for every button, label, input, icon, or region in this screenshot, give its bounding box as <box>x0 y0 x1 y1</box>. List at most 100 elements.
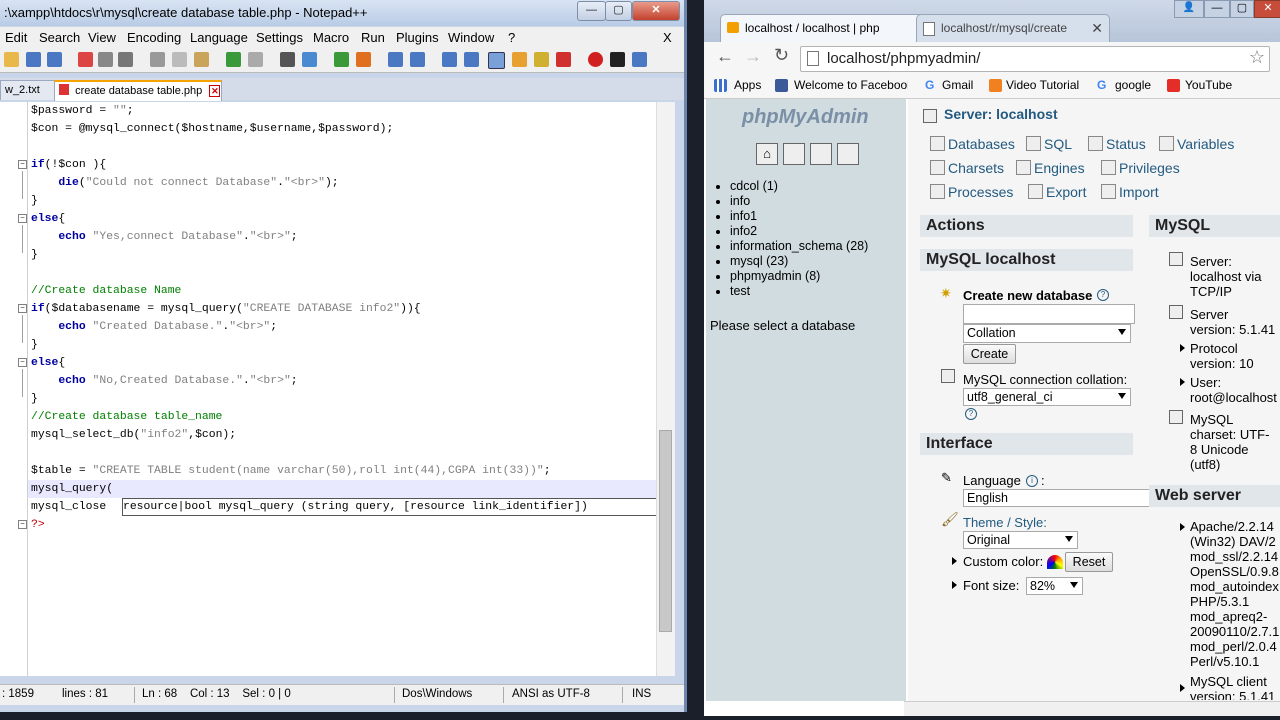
close-all-icon[interactable] <box>98 52 113 67</box>
bookmark-gmail[interactable]: Gmail <box>942 78 973 92</box>
color-picker-icon[interactable] <box>1047 555 1063 569</box>
save-icon[interactable] <box>26 52 41 67</box>
minimize-button[interactable]: — <box>1204 0 1230 18</box>
home-icon[interactable]: ⌂ <box>756 143 778 165</box>
expand-icon[interactable] <box>952 581 957 589</box>
bookmark-apps[interactable]: Apps <box>734 78 761 92</box>
close-file-icon[interactable] <box>78 52 93 67</box>
function-list-icon[interactable] <box>534 52 549 67</box>
conn-collation-select[interactable]: utf8_general_ci <box>963 388 1131 406</box>
bookmark-video-tutorial[interactable]: Video Tutorial <box>1006 78 1079 92</box>
sync-scroll-icon[interactable] <box>388 52 403 67</box>
horizontal-scrollbar[interactable] <box>904 701 1280 716</box>
expand-icon[interactable] <box>952 557 957 565</box>
save-all-icon[interactable] <box>47 52 62 67</box>
redo-icon[interactable] <box>248 52 263 67</box>
undo-icon[interactable] <box>226 52 241 67</box>
menu-settings[interactable]: Settings <box>256 30 303 45</box>
help-icon[interactable]: ? <box>965 408 977 420</box>
scrollbar-thumb[interactable] <box>659 430 672 632</box>
bookmark-star-icon[interactable]: ☆ <box>1249 47 1265 68</box>
bookmark-google[interactable]: google <box>1115 78 1151 92</box>
folder-workspace-icon[interactable] <box>556 52 571 67</box>
menu-plugins[interactable]: Plugins <box>396 30 439 45</box>
tab-close-icon[interactable]: ✕ <box>209 85 221 97</box>
nav-processes[interactable]: Processes <box>930 184 1013 200</box>
expand-icon[interactable] <box>1180 344 1185 352</box>
nav-databases[interactable]: Databases <box>930 136 1015 152</box>
forward-icon[interactable]: → <box>744 46 762 67</box>
close-button[interactable]: ✕ <box>1254 0 1280 18</box>
reload-icon[interactable]: ↻ <box>774 45 789 66</box>
menu-macro[interactable]: Macro <box>313 30 349 45</box>
menu-help[interactable]: ? <box>508 30 515 45</box>
server-breadcrumb[interactable]: Server: localhost <box>944 106 1058 122</box>
word-wrap-icon[interactable] <box>442 52 457 67</box>
menu-run[interactable]: Run <box>361 30 385 45</box>
expand-icon[interactable] <box>1180 523 1185 531</box>
mysql-docs-icon[interactable] <box>837 143 859 165</box>
db-item[interactable]: information_schema (28) <box>730 239 868 254</box>
menu-search[interactable]: Search <box>39 30 80 45</box>
theme-link[interactable]: Theme / Style: <box>963 515 1047 530</box>
replace-icon[interactable] <box>302 52 317 67</box>
fold-marker[interactable]: − <box>18 160 27 169</box>
fold-marker[interactable]: − <box>18 304 27 313</box>
font-size-select[interactable]: 82% <box>1026 577 1083 595</box>
nav-privileges[interactable]: Privileges <box>1101 160 1180 176</box>
expand-icon[interactable] <box>1180 378 1185 386</box>
nav-export[interactable]: Export <box>1028 184 1086 200</box>
tab-close-icon[interactable]: ✕ <box>1091 15 1103 41</box>
tab-create-database-table[interactable]: create database table.php ✕ <box>54 80 222 101</box>
db-item[interactable]: phpmyadmin (8) <box>730 269 868 284</box>
nav-engines[interactable]: Engines <box>1016 160 1085 176</box>
db-item[interactable]: cdcol (1) <box>730 179 868 194</box>
address-bar[interactable]: localhost/phpmyadmin/ ☆ <box>800 46 1270 72</box>
new-db-name-input[interactable] <box>963 304 1135 324</box>
doc-map-icon[interactable] <box>512 52 527 67</box>
info-icon[interactable]: i <box>1026 475 1038 487</box>
browser-tab-create[interactable]: localhost/r/mysql/create ✕ <box>916 14 1110 43</box>
nav-status[interactable]: Status <box>1088 136 1146 152</box>
expand-icon[interactable] <box>1180 684 1185 692</box>
find-icon[interactable] <box>280 52 295 67</box>
db-item[interactable]: info1 <box>730 209 868 224</box>
record-macro-icon[interactable] <box>588 52 603 67</box>
db-item[interactable]: info2 <box>730 224 868 239</box>
db-item[interactable]: test <box>730 284 868 299</box>
open-icon[interactable] <box>4 52 19 67</box>
indent-guide-icon[interactable] <box>488 52 505 69</box>
maximize-button[interactable]: ▢ <box>605 1 632 21</box>
db-item[interactable]: info <box>730 194 868 209</box>
user-icon[interactable]: 👤 <box>1174 0 1204 18</box>
docs-icon[interactable] <box>810 143 832 165</box>
menu-language[interactable]: Language <box>190 30 248 45</box>
copy-icon[interactable] <box>172 52 187 67</box>
browser-tab-phpmyadmin[interactable]: localhost / localhost | php ✕ <box>720 14 936 43</box>
play-macro-icon[interactable] <box>632 52 647 67</box>
nav-import[interactable]: Import <box>1101 184 1159 200</box>
menu-close-doc[interactable]: X <box>663 30 672 45</box>
bookmark-youtube[interactable]: YouTube <box>1185 78 1232 92</box>
tab-w2[interactable]: w_2.txt <box>0 80 58 100</box>
close-button[interactable]: ✕ <box>632 1 680 21</box>
nav-charsets[interactable]: Charsets <box>930 160 1004 176</box>
menu-view[interactable]: View <box>88 30 116 45</box>
menu-encoding[interactable]: Encoding <box>127 30 181 45</box>
sync-h-scroll-icon[interactable] <box>410 52 425 67</box>
collation-select[interactable]: Collation <box>963 324 1131 343</box>
reset-button[interactable]: Reset <box>1065 552 1113 572</box>
menu-window[interactable]: Window <box>448 30 494 45</box>
db-item[interactable]: mysql (23) <box>730 254 868 269</box>
nav-variables[interactable]: Variables <box>1159 136 1234 152</box>
theme-select[interactable]: Original <box>963 531 1078 549</box>
fold-marker[interactable]: − <box>18 520 27 529</box>
cut-icon[interactable] <box>150 52 165 67</box>
zoom-out-icon[interactable] <box>356 52 371 67</box>
bookmark-facebook[interactable]: Welcome to Facebook <box>794 78 908 92</box>
fold-marker[interactable]: − <box>18 358 27 367</box>
maximize-button[interactable]: ▢ <box>1230 0 1254 18</box>
stop-macro-icon[interactable] <box>610 52 625 67</box>
minimize-button[interactable]: — <box>577 1 606 21</box>
fold-marker[interactable]: − <box>18 214 27 223</box>
